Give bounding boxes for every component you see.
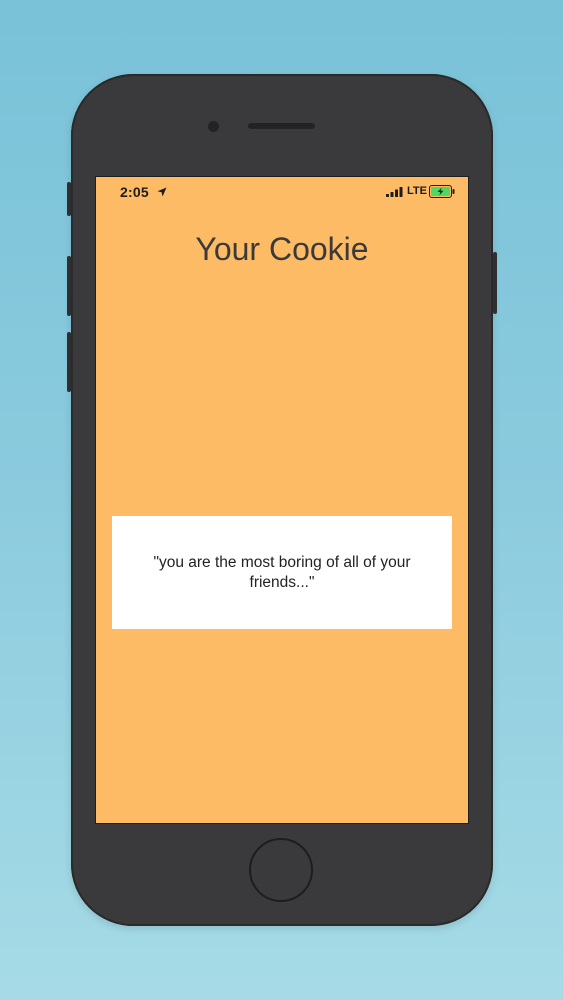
volume-down-button — [67, 332, 71, 392]
front-camera — [208, 121, 219, 132]
fortune-text: "you are the most boring of all of your … — [153, 553, 411, 591]
silent-switch — [67, 182, 71, 216]
network-type: LTE — [407, 185, 427, 197]
fortune-card: "you are the most boring of all of your … — [112, 516, 452, 629]
battery-charging-icon — [429, 185, 455, 198]
phone-frame: 2:05 LTE Your Cookie "you are the most b… — [67, 74, 497, 926]
app-screen: 2:05 LTE Your Cookie "you are the most b… — [95, 176, 469, 824]
home-button[interactable] — [249, 838, 313, 902]
status-bar: 2:05 LTE — [96, 177, 468, 207]
page-title: Your Cookie — [195, 231, 369, 267]
cellular-signal-icon — [386, 187, 403, 197]
volume-up-button — [67, 256, 71, 316]
power-button — [493, 252, 497, 314]
earpiece-speaker — [248, 123, 315, 129]
status-time: 2:05 — [120, 184, 149, 200]
location-arrow-icon — [157, 187, 167, 197]
